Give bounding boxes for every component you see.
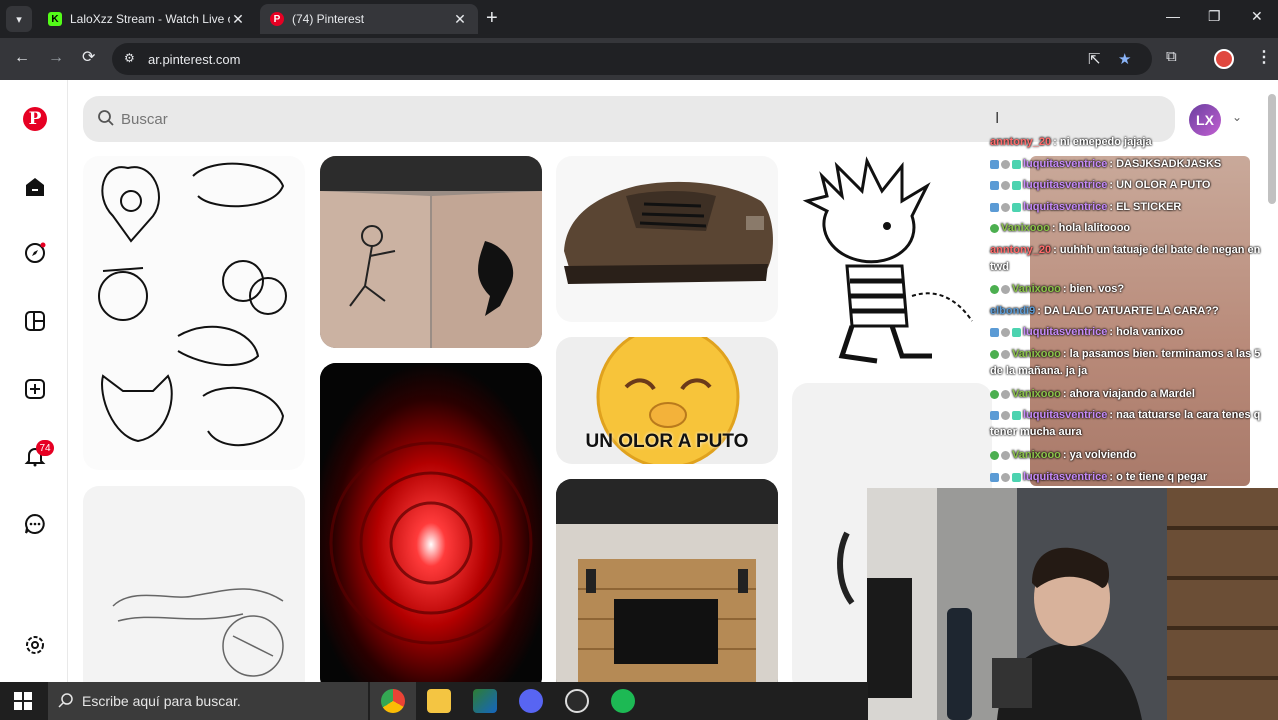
search-icon [97,109,115,131]
search-icon [58,692,74,711]
discord-icon[interactable] [519,689,543,713]
file-explorer-icon[interactable] [427,689,451,713]
pin-brown-sneaker[interactable] [556,156,778,322]
tab-search-chevron-icon[interactable]: ▾ [6,6,32,32]
site-info-icon[interactable]: ⚙ [124,51,135,65]
chat-message: luquitasventrice: DASJKSADKJASKS [990,156,1270,173]
bookmark-star-icon[interactable]: ★ [1118,50,1131,68]
pin-red-spiral[interactable] [320,363,542,682]
chat-message: luquitasventrice: EL STICKER [990,199,1270,216]
taskbar-search-input[interactable]: Escribe aquí para buscar. [48,682,368,720]
tab-title: (74) Pinterest [292,12,365,26]
chat-message: Vanixooo: ahora viajando a Mardel [990,386,1270,403]
browser-toolbar: ← → ⟳ ⚙ ar.pinterest.com ⇱ ★ ⧉ [0,38,1278,80]
install-app-icon[interactable]: ⇱ [1088,50,1101,68]
tab-title: LaloXzz Stream - Watch Live on [70,12,230,26]
taskbar-search-placeholder: Escribe aquí para buscar. [82,693,241,709]
tab-pinterest[interactable]: P (74) Pinterest ✕ [260,4,478,34]
restore-icon[interactable]: ❐ [1208,8,1221,25]
pin-wood-tv-wall[interactable] [556,479,778,682]
chat-message: luquitasventrice: o te tiene q pegar [990,469,1270,486]
profile-avatar-icon[interactable] [1214,49,1234,69]
close-tab-icon[interactable]: ✕ [452,11,468,28]
browser-menu-icon[interactable]: ⋮ [1256,47,1272,67]
obs-icon[interactable] [565,689,589,713]
notification-badge: 74 [36,440,54,456]
chrome-icon[interactable] [381,689,405,713]
pin-tattoo-flash[interactable] [83,156,305,470]
meme-caption: UN OLOR A PUTO [585,431,749,452]
chat-message: Vanixooo: la pasamos bien. terminamos a … [990,348,1261,377]
address-bar[interactable]: ⚙ ar.pinterest.com ⇱ ★ [112,43,1152,75]
windows-taskbar: Escribe aquí para buscar. [0,682,868,720]
close-tab-icon[interactable]: ✕ [230,11,246,28]
chat-message: Vanixooo: ya volviendo [990,447,1270,464]
chat-message: anntony_20: ni emepedo jajaja [990,136,1152,148]
chat-message: Vanixooo: hola lalitoooo [990,220,1270,237]
create-icon[interactable] [22,376,48,402]
spotify-icon[interactable] [611,689,635,713]
pinterest-icon: P [270,12,284,26]
stream-chat-overlay: anntony_20: ni emepedo jajaja luquitasve… [986,134,1276,490]
pin-lettering-tattoo[interactable] [83,486,305,682]
user-avatar[interactable]: LX [1189,104,1221,136]
reload-icon[interactable]: ⟳ [82,49,95,67]
messages-icon[interactable] [22,511,48,537]
app-icon[interactable] [473,689,497,713]
settings-icon[interactable] [22,632,48,658]
sidebar: P 74 [0,80,68,682]
search-placeholder: Buscar [121,110,168,128]
screen: ▾ K LaloXzz Stream - Watch Live on ✕ P (… [0,0,1278,720]
windows-start-icon[interactable] [14,692,32,715]
kick-icon: K [48,12,62,26]
text-cursor-icon: I [995,110,1000,127]
chat-message: luquitasventrice: UN OLOR A PUTO [990,177,1270,194]
pin-calvin-sticker[interactable] [792,156,992,368]
tab-kick-stream[interactable]: K LaloXzz Stream - Watch Live on ✕ [38,4,256,34]
minimize-icon[interactable]: — [1166,8,1180,24]
chat-message: Vanixooo: bien. vos? [990,281,1270,298]
pin-arm-tattoos[interactable] [320,156,542,348]
chat-message: anntony_20: uuhhh un tatuaje del bate de… [990,244,1261,273]
chat-message: luquitasventrice: hola vanixoo [990,324,1270,341]
chat-message: elbondi9: DA LALO TATUARTE LA CARA?? [990,305,1219,317]
back-icon[interactable]: ← [14,49,30,67]
pinterest-logo-icon[interactable]: P [22,106,48,132]
pin-emoji-meme[interactable]: UN OLOR A PUTO [556,337,778,464]
new-tab-icon[interactable]: + [486,8,498,28]
url-text: ar.pinterest.com [148,51,241,67]
webcam-overlay [867,488,1278,720]
close-window-icon[interactable]: ✕ [1251,8,1263,25]
home-icon[interactable] [22,174,48,200]
explore-icon[interactable] [22,240,48,266]
account-chevron-down-icon[interactable]: ⌄ [1232,110,1242,124]
boards-icon[interactable] [22,308,48,334]
chat-message: luquitasventrice: naa tatuarse la cara t… [990,409,1261,438]
extensions-icon[interactable]: ⧉ [1166,48,1177,65]
forward-icon[interactable]: → [48,49,64,67]
browser-tab-strip: ▾ K LaloXzz Stream - Watch Live on ✕ P (… [0,0,1278,38]
